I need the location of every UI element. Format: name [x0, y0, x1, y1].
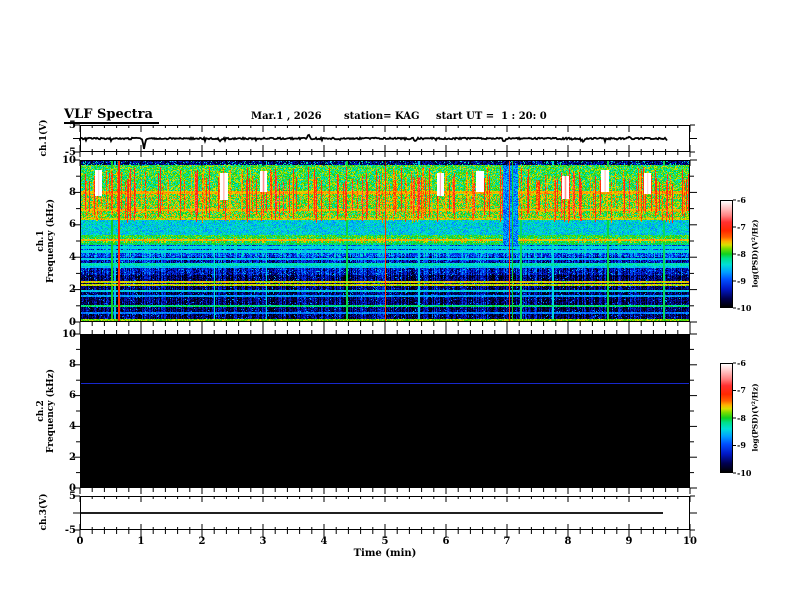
- colorbar-tick-label: -8: [737, 412, 746, 423]
- ch2-frequency-axis-label-line1: ch.2: [36, 400, 46, 422]
- time-tick-label: 0: [76, 536, 84, 547]
- colorbar-tick-label: -6: [737, 357, 746, 368]
- vlf-spectra-figure: VLF Spectra Mar.1 , 2026 station= KAG st…: [0, 0, 792, 612]
- ch2-spectrogram-canvas: [80, 334, 690, 488]
- ch1-voltage-axis-label: ch.1(V): [39, 119, 49, 157]
- date-label: Mar.1 , 2026: [251, 111, 322, 122]
- start-ut-label: start UT = 1 : 20: 0: [436, 111, 547, 122]
- time-tick-label: 6: [442, 536, 450, 547]
- waveform-trace: [79, 133, 668, 150]
- freq-tick-label: 8: [69, 359, 76, 371]
- colorbar-tick-label: -9: [737, 440, 746, 450]
- freq-tick-label: 2: [69, 284, 76, 296]
- ch3-voltage-axis-label: ch.3(V): [39, 493, 49, 531]
- panel-border: [80, 496, 690, 530]
- time-tick-label: 10: [683, 536, 697, 547]
- panel-border: [80, 125, 690, 152]
- freq-tick-label: 0: [69, 316, 76, 328]
- freq-tick-label: 0: [69, 482, 76, 494]
- ch1-frequency-axis-label: ch.1 Frequency (kHz): [36, 186, 56, 296]
- colorbar-tick-label: -9: [737, 275, 746, 286]
- time-tick-label: 7: [503, 536, 511, 547]
- freq-tick-label: 8: [69, 186, 76, 198]
- colorbar-tick-label: -7: [737, 385, 746, 395]
- page-title: VLF Spectra: [64, 107, 159, 124]
- y-tick-label: 5: [69, 119, 76, 131]
- time-tick-label: 2: [198, 536, 206, 547]
- freq-tick-label: 4: [69, 251, 76, 263]
- colorbar-ch2: [720, 363, 733, 473]
- freq-tick-label: 6: [69, 390, 76, 402]
- station-label: station= KAG: [344, 111, 420, 122]
- time-tick-label: 4: [320, 536, 328, 547]
- colorbar-tick-label: -6: [737, 194, 746, 205]
- freq-tick-label: 4: [69, 420, 76, 432]
- ch1-frequency-axis-label-line1: ch.1: [36, 230, 46, 252]
- y-tick-label: -5: [64, 524, 76, 536]
- time-tick-label: 1: [137, 536, 145, 547]
- ch2-frequency-axis-label: ch.2 Frequency (kHz): [36, 356, 56, 466]
- time-axis-label: Time (min): [353, 548, 417, 559]
- colorbar-tick-label: -7: [737, 221, 746, 232]
- ch1-frequency-axis-label-line2: Frequency (kHz): [46, 199, 56, 284]
- colorbar-tick-label: -10: [737, 302, 752, 313]
- colorbar-ch1: [720, 200, 733, 308]
- colorbar-tick-label: -8: [737, 248, 746, 259]
- time-tick-label: 3: [259, 536, 267, 547]
- time-tick-label: 9: [625, 536, 633, 547]
- ch2-frequency-axis-label-line2: Frequency (kHz): [46, 369, 56, 454]
- time-tick-label: 5: [381, 536, 389, 547]
- freq-tick-label: 10: [62, 154, 76, 166]
- freq-tick-label: 6: [69, 219, 76, 231]
- colorbar-tick-label: -10: [737, 467, 752, 478]
- freq-tick-label: 2: [69, 451, 76, 463]
- time-tick-label: 8: [564, 536, 572, 547]
- freq-tick-label: 10: [62, 328, 76, 340]
- ch1-spectrogram-canvas: [80, 160, 690, 322]
